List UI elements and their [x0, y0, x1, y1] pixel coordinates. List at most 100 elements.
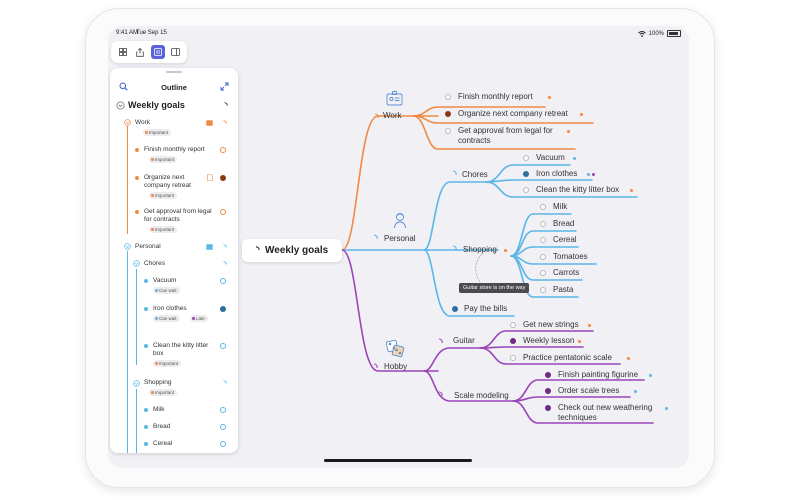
task-checkbox-done[interactable]	[545, 372, 551, 378]
task-checkbox-done[interactable]	[220, 306, 226, 312]
important-dot	[548, 96, 551, 99]
node-guitar[interactable]: Guitar	[453, 336, 475, 346]
node-work-item-3[interactable]: Get approval from legal for contracts	[458, 126, 578, 146]
important-dot	[588, 324, 591, 327]
guitar-lesson-line	[479, 346, 584, 349]
can-wait-dot	[573, 157, 576, 160]
node-chores[interactable]: Chores	[462, 170, 488, 180]
important-dot	[630, 189, 633, 192]
hobby-progress-icon	[373, 363, 378, 369]
node-milk[interactable]: Milk	[553, 202, 567, 212]
collapse-chevron-icon[interactable]	[124, 243, 131, 250]
node-bread[interactable]: Bread	[553, 219, 574, 229]
progress-icon	[255, 246, 260, 251]
important-dot	[504, 249, 507, 252]
collapse-chevron-icon[interactable]	[124, 119, 131, 126]
task-checkbox[interactable]	[220, 278, 226, 284]
guitar-progress-icon	[438, 338, 443, 344]
collapse-chevron-icon[interactable]	[133, 380, 140, 387]
node-carrots[interactable]: Carrots	[553, 268, 579, 278]
outline-shopping-item[interactable]: Milk	[153, 406, 165, 414]
task-checkbox[interactable]	[523, 187, 529, 193]
personal-guide-line	[127, 251, 128, 453]
node-scale-trees[interactable]: Order scale trees	[558, 386, 619, 396]
outline-shopping-item[interactable]: Cereal	[153, 440, 172, 448]
node-work-item-2[interactable]: Organize next company retreat	[458, 109, 568, 119]
outline-chores[interactable]: Chores	[144, 260, 165, 268]
outline-chores-item[interactable]: Vacuum	[153, 277, 176, 285]
node-cereal[interactable]: Cereal	[553, 235, 577, 245]
central-node[interactable]: Weekly goals	[242, 239, 342, 262]
node-shopping[interactable]: Shopping	[463, 245, 497, 255]
task-checkbox[interactable]	[220, 209, 226, 215]
collapse-icon[interactable]	[220, 82, 229, 91]
node-work[interactable]: Work	[383, 111, 402, 121]
task-checkbox[interactable]	[220, 343, 226, 349]
task-checkbox[interactable]	[540, 270, 546, 276]
collapse-chevron-icon[interactable]	[133, 260, 140, 267]
node-iron-clothes[interactable]: Iron clothes	[536, 169, 577, 179]
task-checkbox-done[interactable]	[445, 111, 451, 117]
outline-shopping[interactable]: Shopping	[144, 379, 171, 387]
node-pay-bills[interactable]: Pay the bills	[464, 304, 507, 314]
task-checkbox[interactable]	[445, 128, 451, 134]
task-checkbox[interactable]	[220, 424, 226, 430]
node-figurine[interactable]: Finish painting figurine	[558, 370, 638, 380]
task-checkbox-done[interactable]	[452, 306, 458, 312]
task-checkbox-done[interactable]	[545, 388, 551, 394]
task-checkbox[interactable]	[540, 254, 546, 260]
branch-line-work	[341, 115, 439, 251]
node-pentatonic[interactable]: Practice pentatonic scale	[523, 353, 612, 363]
task-checkbox-done[interactable]	[510, 338, 516, 344]
outline-root[interactable]: Weekly goals	[128, 100, 185, 110]
home-indicator[interactable]	[324, 459, 472, 462]
task-checkbox[interactable]	[510, 322, 516, 328]
guitar-line	[423, 347, 481, 372]
central-node-label: Weekly goals	[265, 245, 329, 256]
task-checkbox[interactable]	[510, 355, 516, 361]
branch-line-hobby	[341, 249, 439, 372]
tooltip-connector	[475, 253, 483, 283]
task-checkbox[interactable]	[220, 407, 226, 413]
progress-icon	[224, 102, 228, 106]
can-wait-tag: Can wait	[153, 287, 180, 294]
panel-grabber[interactable]	[166, 71, 182, 73]
outline-work-item[interactable]: Get approval from legal for contracts	[144, 208, 212, 224]
node-weathering[interactable]: Check out new weathering techniques	[558, 403, 666, 423]
outline-chores-item[interactable]: Iron clothes	[153, 305, 187, 313]
node-hobby[interactable]: Hobby	[384, 362, 407, 372]
task-checkbox[interactable]	[220, 147, 226, 153]
bullet-dot	[144, 425, 148, 429]
task-checkbox[interactable]	[523, 155, 529, 161]
task-checkbox[interactable]	[445, 94, 451, 100]
outline-personal[interactable]: Personal	[135, 243, 161, 251]
bullet-dot	[144, 307, 148, 311]
task-checkbox-done[interactable]	[523, 171, 529, 177]
node-work-item-1[interactable]: Finish monthly report	[458, 92, 533, 102]
node-tomatoes[interactable]: Tomatoes	[553, 252, 588, 262]
outline-work-item[interactable]: Finish monthly report	[144, 146, 214, 154]
task-checkbox[interactable]	[540, 204, 546, 210]
node-clean-litter[interactable]: Clean the kitty litter box	[536, 185, 619, 195]
task-checkbox[interactable]	[220, 441, 226, 447]
task-checkbox[interactable]	[540, 237, 546, 243]
node-pasta[interactable]: Pasta	[553, 285, 573, 295]
outline-work[interactable]: Work	[135, 119, 150, 127]
node-vacuum[interactable]: Vacuum	[536, 153, 565, 163]
node-strings[interactable]: Get new strings	[523, 320, 579, 330]
outline-chores-item[interactable]: Clean the kitty litter box	[153, 342, 211, 358]
collapse-chevron-icon[interactable]	[116, 101, 125, 110]
node-scale-modeling[interactable]: Scale modeling	[454, 391, 509, 401]
task-checkbox-done[interactable]	[545, 405, 551, 411]
task-checkbox[interactable]	[540, 221, 546, 227]
node-personal[interactable]: Personal	[384, 234, 416, 244]
important-tag: Important	[149, 389, 178, 396]
chores-iron-line	[485, 179, 593, 183]
task-checkbox-done[interactable]	[220, 175, 226, 181]
outline-shopping-item[interactable]: Bread	[153, 423, 170, 431]
node-lesson[interactable]: Weekly lesson	[523, 336, 574, 346]
outline-work-item[interactable]: Organize next company retreat	[144, 174, 204, 190]
important-tag: Important	[149, 192, 178, 199]
important-dot	[567, 130, 570, 133]
task-checkbox[interactable]	[540, 287, 546, 293]
